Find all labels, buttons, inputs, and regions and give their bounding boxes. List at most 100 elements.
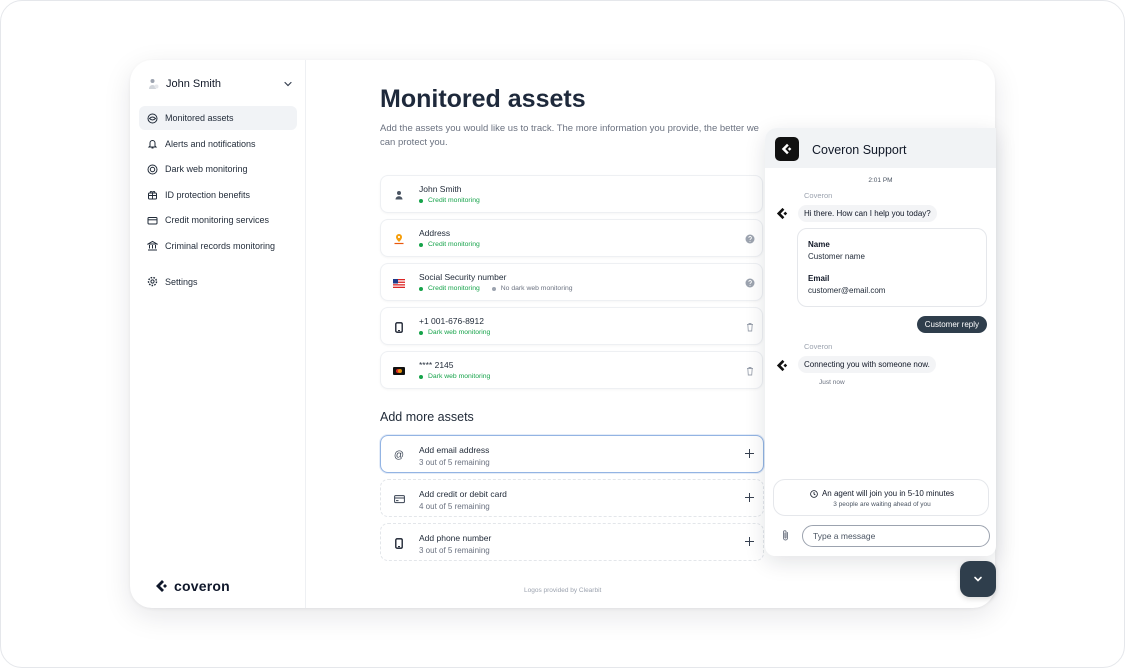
sidebar-item-label: Alerts and notifications xyxy=(165,138,256,149)
sidebar-item-dark-web[interactable]: Dark web monitoring xyxy=(139,157,297,181)
shield-eye-icon xyxy=(147,113,158,124)
chevron-down-icon[interactable] xyxy=(283,79,293,89)
sidebar-item-alerts[interactable]: Alerts and notifications xyxy=(139,132,297,156)
agent-wait-notice: An agent will join you in 5-10 minutes 3… xyxy=(773,479,989,516)
help-icon[interactable] xyxy=(745,278,755,288)
sidebar-item-label: Dark web monitoring xyxy=(165,164,248,175)
person-icon xyxy=(392,188,406,202)
asset-status: Credit monitoring No dark web monitoring xyxy=(419,285,573,292)
add-item-remaining: 4 out of 5 remaining xyxy=(419,502,490,511)
coveron-logo-icon xyxy=(775,206,790,221)
sidebar-item-settings[interactable]: Settings xyxy=(139,270,297,294)
building-icon xyxy=(147,240,158,251)
contact-form-card: Name Customer name Email customer@email.… xyxy=(797,228,987,307)
asset-card-ssn[interactable]: Social Security number Credit monitoring… xyxy=(380,263,763,301)
asset-title: Social Security number xyxy=(419,272,507,282)
sidebar-item-criminal-records[interactable]: Criminal records monitoring xyxy=(139,234,297,258)
coveron-logo-icon xyxy=(775,358,790,373)
add-phone-button[interactable]: Add phone number 3 out of 5 remaining xyxy=(380,523,764,561)
agent-message: Connecting you with someone now. xyxy=(798,356,936,373)
user-name: John Smith xyxy=(166,78,222,90)
asset-status: Dark web monitoring xyxy=(419,373,490,380)
gear-icon xyxy=(147,276,158,287)
add-item-remaining: 3 out of 5 remaining xyxy=(419,546,490,555)
clearbit-attribution: Logos provided by Clearbit xyxy=(524,587,602,594)
credit-card-icon xyxy=(147,215,158,226)
form-name-value: Customer name xyxy=(808,252,865,261)
sidebar-item-monitored-assets[interactable]: Monitored assets xyxy=(139,106,297,130)
trash-icon[interactable] xyxy=(745,322,755,332)
plus-icon[interactable] xyxy=(744,536,755,547)
asset-status: Dark web monitoring xyxy=(419,329,490,336)
gift-icon xyxy=(147,189,158,200)
user-menu[interactable]: John Smith xyxy=(148,76,293,92)
plus-icon[interactable] xyxy=(744,492,755,503)
agent-message: Hi there. How can I help you today? xyxy=(798,205,937,222)
plus-icon[interactable] xyxy=(744,448,755,459)
asset-title: Address xyxy=(419,228,451,238)
sidebar-item-label: Settings xyxy=(165,276,198,287)
asset-list: John Smith Credit monitoring Address Cre… xyxy=(380,175,763,395)
add-item-title: Add credit or debit card xyxy=(419,489,507,499)
message-input[interactable] xyxy=(802,525,990,547)
sidebar: John Smith Monitored assets Alerts and n… xyxy=(130,60,306,608)
coveron-logo-icon xyxy=(775,137,799,161)
queue-text: 3 people are waiting ahead of you xyxy=(833,501,931,508)
paperclip-icon[interactable] xyxy=(780,529,791,542)
location-icon xyxy=(392,232,406,246)
asset-status: Credit monitoring xyxy=(419,197,480,204)
add-item-remaining: 3 out of 5 remaining xyxy=(419,458,490,467)
customer-message: Customer reply xyxy=(916,316,987,333)
sidebar-item-label: Monitored assets xyxy=(165,113,234,123)
globe-icon xyxy=(147,164,158,175)
page-description: Add the assets you would like us to trac… xyxy=(380,123,759,148)
asset-card-name[interactable]: John Smith Credit monitoring xyxy=(380,175,763,213)
asset-card-phone[interactable]: +1 001-676-8912 Dark web monitoring xyxy=(380,307,763,345)
sidebar-nav: Monitored assets Alerts and notification… xyxy=(139,106,297,296)
add-card-button[interactable]: Add credit or debit card 4 out of 5 rema… xyxy=(380,479,764,517)
phone-icon xyxy=(392,320,406,334)
help-icon[interactable] xyxy=(745,234,755,244)
sidebar-item-credit-monitoring[interactable]: Credit monitoring services xyxy=(139,208,297,232)
sidebar-item-id-protection[interactable]: ID protection benefits xyxy=(139,183,297,207)
asset-title: +1 001-676-8912 xyxy=(419,316,484,326)
clock-icon xyxy=(810,489,818,498)
support-chat-panel: Coveron Support 2:01 PM Coveron Hi there… xyxy=(765,128,996,556)
mastercard-icon xyxy=(392,364,406,378)
add-more-assets-heading: Add more assets xyxy=(380,410,474,424)
sidebar-item-label: Criminal records monitoring xyxy=(165,240,276,251)
page-title: Monitored assets xyxy=(380,85,586,113)
sidebar-item-label: Credit monitoring services xyxy=(165,215,270,226)
bell-icon xyxy=(147,138,158,149)
chat-collapse-button[interactable] xyxy=(960,561,996,597)
form-email-label: Email xyxy=(808,274,830,283)
chat-header: Coveron Support xyxy=(765,128,996,168)
asset-card-address[interactable]: Address Credit monitoring xyxy=(380,219,763,257)
form-name-label: Name xyxy=(808,240,830,249)
chat-title: Coveron Support xyxy=(812,143,907,157)
asset-title: **** 2145 xyxy=(419,360,454,370)
add-item-title: Add email address xyxy=(419,445,490,455)
asset-status: Credit monitoring xyxy=(419,241,480,248)
chat-timestamp: 2:01 PM xyxy=(868,177,893,184)
brand-name: coveron xyxy=(174,578,230,594)
phone-icon xyxy=(393,537,405,549)
brand-logo[interactable]: coveron xyxy=(154,578,230,594)
asset-card-card[interactable]: **** 2145 Dark web monitoring xyxy=(380,351,763,389)
us-flag-icon xyxy=(392,276,406,290)
user-avatar-icon xyxy=(148,78,160,90)
asset-title: John Smith xyxy=(419,184,462,194)
add-email-button[interactable]: @ Add email address 3 out of 5 remaining xyxy=(380,435,764,473)
card-icon xyxy=(393,493,405,505)
message-sender: Coveron xyxy=(804,342,833,351)
coveron-logo-icon xyxy=(154,578,170,594)
agent-wait-text: An agent will join you in 5-10 minutes xyxy=(774,489,990,498)
sidebar-item-label: ID protection benefits xyxy=(165,189,251,200)
form-email-value: customer@email.com xyxy=(808,286,886,295)
add-asset-list: @ Add email address 3 out of 5 remaining… xyxy=(380,435,764,567)
chevron-down-icon xyxy=(972,573,984,585)
message-time: Just now xyxy=(819,379,845,386)
at-icon: @ xyxy=(393,449,405,461)
message-sender: Coveron xyxy=(804,191,833,200)
trash-icon[interactable] xyxy=(745,366,755,376)
